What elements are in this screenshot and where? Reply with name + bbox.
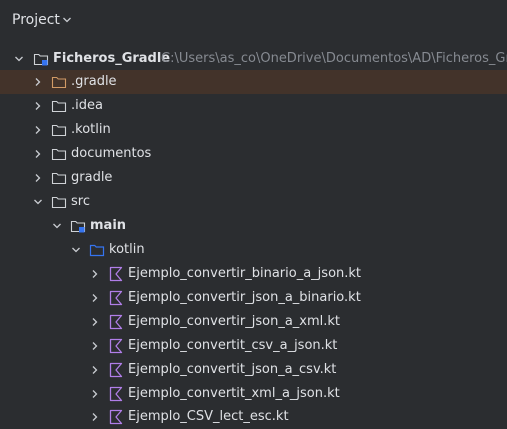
project-path: C:\Users\as_co\OneDrive\Documentos\AD\Fi…: [161, 51, 507, 66]
tree-item-label: main: [90, 218, 127, 233]
kotlin-file-icon: [109, 409, 123, 425]
folder-icon: [51, 196, 67, 209]
chevron-right-icon[interactable]: [33, 101, 43, 111]
tree-row-src[interactable]: src: [0, 190, 507, 214]
kotlin-file-icon: [109, 338, 123, 354]
tree-row-kotlin[interactable]: kotlin: [0, 238, 507, 262]
file-label: Ejemplo_CSV_lect_esc.kt: [128, 409, 289, 424]
module-folder-icon: [33, 53, 49, 66]
tree-item-label: kotlin: [109, 242, 145, 257]
project-view-title[interactable]: Project: [12, 10, 60, 30]
tree-item-label: .gradle: [71, 74, 117, 89]
tree-row-documentos[interactable]: documentos: [0, 142, 507, 166]
chevron-right-icon[interactable]: [90, 317, 100, 327]
chevron-right-icon[interactable]: [33, 125, 43, 135]
project-header: Project: [0, 0, 507, 40]
kotlin-file-icon: [109, 290, 123, 306]
file-label: Ejemplo_convertir_json_a_xml.kt: [128, 314, 341, 329]
chevron-right-icon[interactable]: [33, 149, 43, 159]
chevron-right-icon[interactable]: [90, 341, 100, 351]
tree-row-file[interactable]: Ejemplo_convertit_csv_a_json.kt: [0, 334, 507, 358]
file-label: Ejemplo_convertir_json_a_binario.kt: [128, 290, 361, 305]
project-root-label: Ficheros_Gradle: [53, 51, 171, 66]
chevron-right-icon[interactable]: [90, 389, 100, 399]
chevron-right-icon[interactable]: [90, 365, 100, 375]
file-label: Ejemplo_convertit_csv_a_json.kt: [128, 338, 338, 353]
folder-icon: [51, 172, 67, 185]
source-folder-icon: [89, 244, 105, 257]
chevron-down-icon[interactable]: [33, 197, 43, 207]
chevron-down-icon[interactable]: [14, 54, 24, 64]
chevron-right-icon[interactable]: [90, 412, 100, 422]
tree-row-file[interactable]: Ejemplo_convertir_json_a_xml.kt: [0, 310, 507, 334]
chevron-right-icon[interactable]: [33, 77, 43, 87]
folder-icon: [51, 76, 67, 89]
tree-row-main[interactable]: main: [0, 214, 507, 238]
tree-row-project-root[interactable]: Ficheros_Gradle C:\Users\as_co\OneDrive\…: [0, 47, 507, 71]
project-tool-window: Project Ficheros_Gradle C:\Users\as_co\O…: [0, 0, 507, 429]
chevron-down-icon[interactable]: [71, 245, 81, 255]
chevron-down-icon[interactable]: [52, 221, 62, 231]
tree-row-file[interactable]: Ejemplo_convertit_json_a_csv.kt: [0, 358, 507, 382]
kotlin-file-icon: [109, 314, 123, 330]
folder-icon: [51, 148, 67, 161]
folder-icon: [51, 100, 67, 113]
tree-item-label: gradle: [71, 170, 113, 185]
tree-row-gradle-hidden[interactable]: .gradle: [0, 70, 507, 94]
chevron-right-icon[interactable]: [90, 293, 100, 303]
chevron-right-icon[interactable]: [90, 269, 100, 279]
kotlin-file-icon: [109, 386, 123, 402]
kotlin-file-icon: [109, 362, 123, 378]
tree-row-file[interactable]: Ejemplo_convertit_xml_a_json.kt: [0, 382, 507, 406]
tree-item-label: src: [71, 194, 90, 209]
file-label: Ejemplo_convertit_json_a_csv.kt: [128, 362, 337, 377]
file-label: Ejemplo_convertir_binario_a_json.kt: [128, 266, 362, 281]
chevron-right-icon[interactable]: [33, 173, 43, 183]
chevron-down-icon[interactable]: [62, 15, 72, 25]
tree-row-kotlin-hidden[interactable]: .kotlin: [0, 118, 507, 142]
tree-row-file[interactable]: Ejemplo_CSV_lect_esc.kt: [0, 405, 507, 429]
tree-row-idea[interactable]: .idea: [0, 94, 507, 118]
module-folder-icon: [70, 220, 86, 233]
file-label: Ejemplo_convertit_xml_a_json.kt: [128, 386, 340, 401]
tree-item-label: documentos: [71, 146, 152, 161]
folder-icon: [51, 124, 67, 137]
tree-row-gradle[interactable]: gradle: [0, 166, 507, 190]
tree-row-file[interactable]: Ejemplo_convertir_binario_a_json.kt: [0, 262, 507, 286]
tree-item-label: .idea: [71, 98, 103, 113]
tree-item-label: .kotlin: [71, 122, 111, 137]
kotlin-file-icon: [109, 266, 123, 282]
tree-row-file[interactable]: Ejemplo_convertir_json_a_binario.kt: [0, 286, 507, 310]
